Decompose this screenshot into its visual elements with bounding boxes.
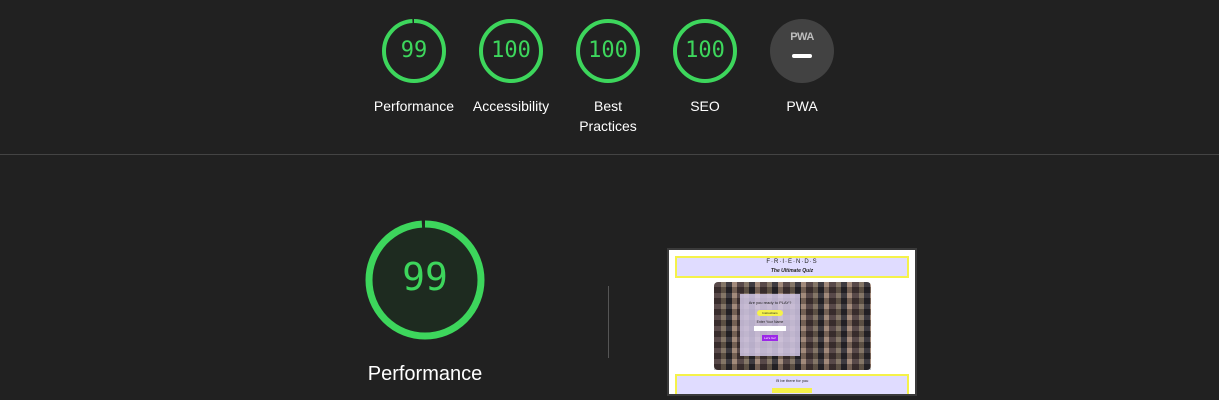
thumbnail-footer-bar: [772, 388, 812, 393]
gauge-label: Performance: [367, 363, 483, 385]
gauge-ring: 99: [364, 219, 486, 341]
thumbnail-header: F·R·I·E·N·D·S The Ultimate Quiz: [675, 256, 909, 278]
section-divider: [0, 154, 1219, 155]
thumbnail-start-button: Let's Go!: [762, 335, 778, 341]
pwa-badge-text: PWA: [790, 31, 814, 43]
thumbnail-title: F·R·I·E·N·D·S: [766, 259, 818, 265]
category-summary: 99 Performance 100 Accessibility 100 Bes…: [0, 0, 1219, 154]
gauge-score: 100: [588, 38, 628, 63]
thumbnail-subtitle: The Ultimate Quiz: [770, 268, 814, 274]
gauge-ring: 99: [382, 19, 446, 83]
gauge-score: 100: [491, 38, 531, 63]
gauge-label: Performance: [373, 98, 455, 114]
gauge-label: PWA: [786, 98, 818, 114]
final-screenshot-thumbnail[interactable]: F·R·I·E·N·D·S The Ultimate Quiz Are you …: [667, 248, 917, 396]
gauge-accessibility[interactable]: 100 Accessibility: [466, 19, 556, 116]
vertical-divider: [608, 286, 609, 358]
gauge-ring: 100: [479, 19, 543, 83]
thumbnail-question: Are you ready to PLAY?: [748, 300, 792, 305]
gauge-label: Accessibility: [472, 98, 550, 114]
thumbnail-name-prompt: Enter Your Name: [756, 320, 784, 324]
thumbnail-name-input: [754, 326, 786, 331]
performance-score-gauge: 99 Performance: [364, 219, 486, 386]
thumbnail-footer: I'll be there for you: [675, 374, 909, 394]
thumbnail-instructions-button: Instructions: [757, 310, 783, 316]
dash-icon: [792, 54, 812, 58]
gauge-performance[interactable]: 99 Performance: [369, 19, 459, 116]
gauge-seo[interactable]: 100 SEO: [660, 19, 750, 116]
gauge-pwa[interactable]: PWA PWA: [757, 19, 847, 116]
gauge-score: 100: [685, 38, 725, 63]
thumbnail-start-card: Are you ready to PLAY? Instructions Ente…: [740, 294, 800, 356]
gauge-best-practices[interactable]: 100 Best Practices: [563, 19, 653, 136]
gauge-score: 99: [400, 38, 428, 63]
gauge-label: SEO: [690, 98, 720, 114]
gauge-ring: 100: [576, 19, 640, 83]
pwa-icon: PWA: [770, 19, 834, 83]
gauge-score: 99: [402, 255, 448, 299]
gauge-label: Best Practices: [579, 98, 637, 134]
gauge-ring: 100: [673, 19, 737, 83]
thumbnail-footer-text: I'll be there for you: [775, 378, 809, 383]
